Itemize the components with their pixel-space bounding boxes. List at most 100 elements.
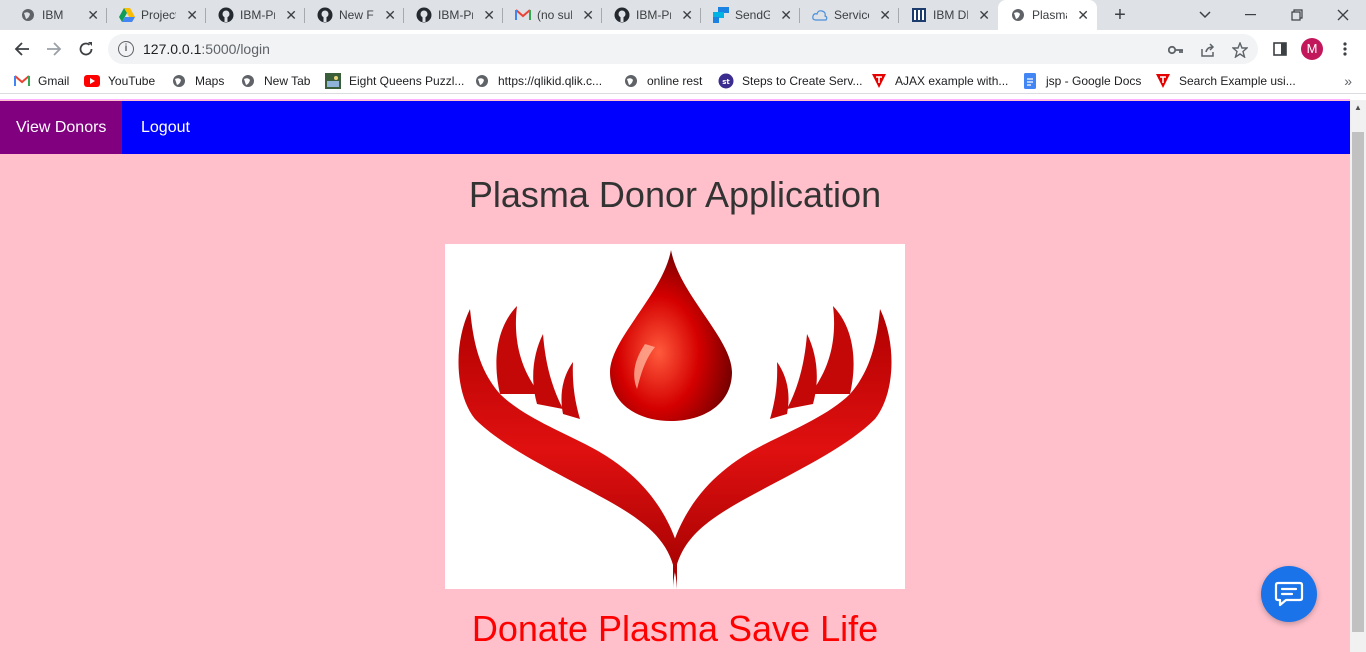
tab-label: IBM-Project — [636, 8, 671, 22]
tab-ibm-project-3[interactable]: IBM-Project ✕ — [602, 0, 701, 30]
tab-ibm-project-2[interactable]: IBM-Project ✕ — [404, 0, 503, 30]
globe-icon — [20, 7, 36, 23]
bookmark-label: Gmail — [38, 74, 70, 88]
nav-logout[interactable]: Logout — [125, 101, 206, 154]
tutorialspoint-icon — [871, 73, 887, 89]
bookmark-label: https://qlikid.qlik.c... — [498, 74, 603, 88]
github-icon — [317, 7, 333, 23]
bookmark-qlik[interactable]: https://qlikid.qlik.c... — [474, 72, 602, 90]
key-icon[interactable] — [1167, 41, 1185, 59]
close-icon[interactable]: ✕ — [681, 7, 693, 23]
gmail-icon — [14, 73, 30, 89]
bookmark-label: Maps — [195, 74, 225, 88]
restore-icon[interactable] — [1274, 0, 1320, 30]
tab-label: New File — [339, 8, 374, 22]
github-icon — [218, 7, 234, 23]
bookmark-gmail[interactable]: Gmail — [14, 72, 69, 90]
nav-view-donors[interactable]: View Donors — [0, 101, 123, 154]
bookmark-label: jsp - Google Docs — [1046, 74, 1142, 88]
window-close-icon[interactable] — [1320, 0, 1366, 30]
bookmark-eight-queens[interactable]: Eight Queens Puzzl... — [325, 72, 464, 90]
new-tab-button[interactable]: + — [1109, 4, 1131, 26]
bookmark-label: online rest — [647, 74, 703, 88]
url-host: 127.0.0.1 — [143, 41, 202, 57]
globe-icon — [1010, 7, 1026, 23]
bookmark-maps[interactable]: Maps — [171, 72, 224, 90]
tab-ibm-project[interactable]: IBM-Project ✕ — [206, 0, 305, 30]
site-info-icon[interactable]: i — [118, 41, 134, 57]
tab-new-file[interactable]: New File ✕ — [305, 0, 404, 30]
close-icon[interactable]: ✕ — [879, 7, 891, 23]
tutorialspoint-icon — [1155, 73, 1171, 89]
tab-label: Plasma — [1032, 8, 1067, 22]
bookmark-jsp-google-docs[interactable]: jsp - Google Docs — [1022, 72, 1141, 90]
profile-avatar[interactable]: M — [1301, 38, 1323, 60]
tab-ibm-db[interactable]: IBM DB ✕ — [899, 0, 998, 30]
app-navbar: View Donors Logout — [0, 101, 1350, 154]
reload-icon[interactable] — [74, 37, 98, 61]
globe-icon — [171, 73, 187, 89]
cloud-icon — [812, 7, 828, 23]
chat-bubble-icon — [1274, 581, 1304, 607]
side-panel-icon[interactable] — [1268, 37, 1292, 61]
globe-icon — [474, 73, 490, 89]
tab-sendgrid[interactable]: SendGrid ✕ — [701, 0, 800, 30]
ibm-db-icon — [911, 7, 927, 23]
close-icon[interactable]: ✕ — [582, 7, 594, 23]
bookmark-label: AJAX example with... — [895, 74, 1009, 88]
google-drive-icon — [119, 7, 135, 23]
scroll-thumb[interactable] — [1352, 132, 1364, 632]
page-scrollbar[interactable]: ▲ — [1350, 100, 1366, 652]
address-bar[interactable]: i 127.0.0.1:5000/login — [108, 34, 1258, 64]
chat-widget-button[interactable] — [1261, 566, 1317, 622]
tab-label: IBM — [42, 8, 64, 22]
bookmark-label: Search Example usi... — [1179, 74, 1296, 88]
globe-icon — [240, 73, 256, 89]
globe-icon — [623, 73, 639, 89]
tab-ibm[interactable]: IBM ✕ — [0, 0, 107, 30]
bookmark-youtube[interactable]: YouTube — [84, 72, 155, 90]
bookmark-online-rest[interactable]: online rest — [623, 72, 702, 90]
bookmark-new-tab[interactable]: New Tab — [240, 72, 310, 90]
close-icon[interactable]: ✕ — [483, 7, 495, 23]
tab-strip: IBM ✕ Projects ✕ IBM-Project ✕ New File … — [0, 0, 1366, 30]
tab-label: IBM-Project — [240, 8, 275, 22]
more-bookmarks-chevron-icon[interactable]: » — [1344, 73, 1352, 89]
bookmark-steps-create-serv[interactable]: st Steps to Create Serv... — [718, 72, 863, 90]
bookmark-label: Steps to Create Serv... — [742, 74, 863, 88]
image-icon — [325, 73, 341, 89]
bookmarks-bar: Gmail YouTube Maps New Tab Eight Queens … — [0, 68, 1366, 94]
close-icon[interactable]: ✕ — [1077, 7, 1089, 23]
github-icon — [614, 7, 630, 23]
minimize-icon[interactable] — [1228, 0, 1274, 30]
tab-services[interactable]: Services ✕ — [800, 0, 899, 30]
close-icon[interactable]: ✕ — [87, 7, 99, 23]
tab-projects[interactable]: Projects ✕ — [107, 0, 206, 30]
close-icon[interactable]: ✕ — [186, 7, 198, 23]
back-arrow-icon[interactable] — [10, 37, 34, 61]
page-title: Plasma Donor Application — [468, 174, 882, 215]
url-path: :5000/login — [201, 41, 270, 57]
youtube-icon — [84, 73, 100, 89]
tab-plasma[interactable]: Plasma ✕ — [998, 0, 1097, 30]
forward-arrow-icon[interactable] — [42, 37, 66, 61]
tab-gmail[interactable]: (no subject) ✕ — [503, 0, 602, 30]
sendgrid-icon — [713, 7, 729, 23]
bookmark-label: YouTube — [108, 74, 156, 88]
close-icon[interactable]: ✕ — [285, 7, 297, 23]
bookmark-search-example[interactable]: Search Example usi... — [1155, 72, 1296, 90]
close-icon[interactable]: ✕ — [978, 7, 990, 23]
close-icon[interactable]: ✕ — [384, 7, 396, 23]
tab-label: SendGrid — [735, 8, 770, 22]
bookmark-label: Eight Queens Puzzl... — [349, 74, 465, 88]
menu-kebab-icon[interactable] — [1333, 37, 1357, 61]
st-icon: st — [718, 73, 734, 89]
bookmark-star-icon[interactable] — [1231, 41, 1249, 59]
close-icon[interactable]: ✕ — [780, 7, 792, 23]
tab-search-chevron-icon[interactable] — [1182, 0, 1228, 30]
scroll-up-arrow-icon[interactable]: ▲ — [1350, 100, 1366, 116]
bookmark-ajax-example[interactable]: AJAX example with... — [871, 72, 1008, 90]
share-icon[interactable] — [1199, 41, 1217, 59]
tab-label: IBM DB — [933, 8, 968, 22]
browser-toolbar: i 127.0.0.1:5000/login M — [0, 30, 1366, 68]
